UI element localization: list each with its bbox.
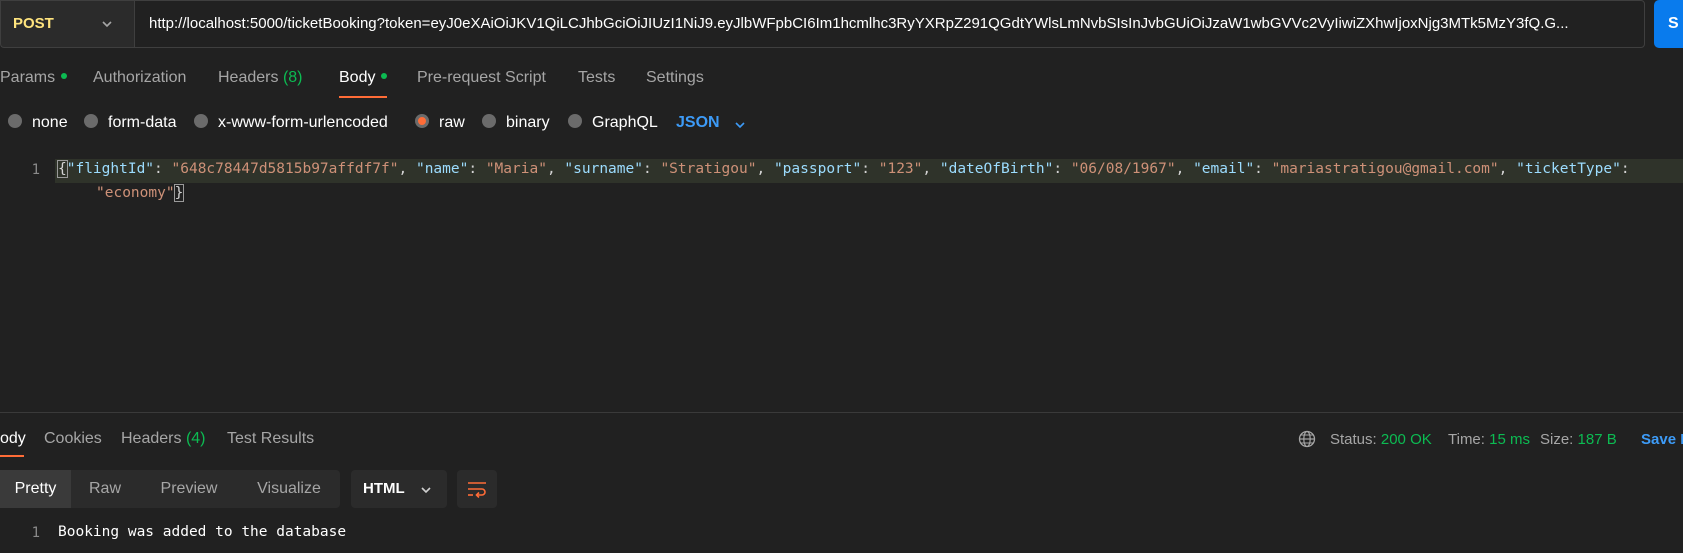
json-value: "Maria" <box>485 161 547 177</box>
active-tab-indicator <box>0 455 24 457</box>
view-raw-button[interactable]: Raw <box>71 470 139 508</box>
pane-divider[interactable] <box>0 412 1683 413</box>
tab-label: Headers <box>218 69 279 86</box>
response-time: Time: 15 ms <box>1448 431 1530 448</box>
tab-label: Authorization <box>93 69 187 86</box>
chevron-down-icon <box>102 21 112 28</box>
tab-label: Test Results <box>227 430 315 447</box>
tab-label: Cookies <box>44 430 102 447</box>
tab-label: Pre-request Script <box>417 69 546 86</box>
json-value: "06/08/1967" <box>1070 161 1176 177</box>
response-language-label: HTML <box>363 480 405 497</box>
json-key: "passport" <box>773 161 862 177</box>
tab-response-body[interactable]: ody <box>0 430 26 448</box>
json-line-1-wrap[interactable]: "economy"} <box>96 184 185 202</box>
radio-binary[interactable]: binary <box>482 114 550 132</box>
json-key: "dateOfBirth" <box>939 161 1054 177</box>
radio-label: form-data <box>108 114 177 131</box>
radio-none[interactable]: none <box>8 114 68 132</box>
json-value: "Stratigou" <box>660 161 757 177</box>
tab-tests[interactable]: Tests <box>578 69 615 87</box>
chevron-down-icon <box>421 487 431 494</box>
tab-headers[interactable]: Headers (8) <box>218 69 303 87</box>
close-brace: } <box>173 184 185 202</box>
response-language-select[interactable]: HTML <box>351 470 447 508</box>
url-input[interactable]: http://localhost:5000/ticketBooking?toke… <box>134 0 1645 48</box>
open-brace: { <box>57 160 68 178</box>
tab-body[interactable]: Body <box>339 69 388 87</box>
tab-test-results[interactable]: Test Results <box>227 430 314 448</box>
radio-label: binary <box>506 114 550 131</box>
view-preview-button[interactable]: Preview <box>150 470 228 508</box>
radio-button[interactable] <box>568 114 582 129</box>
line-number: 1 <box>31 162 40 178</box>
radio-label: x-www-form-urlencoded <box>218 114 388 131</box>
json-line-1[interactable]: {"flightId": "648c78447d5815b97affdf7f",… <box>57 160 1630 178</box>
globe-icon[interactable] <box>1298 430 1316 448</box>
radio-label: raw <box>439 114 465 131</box>
wrap-lines-button[interactable] <box>457 470 497 508</box>
modified-dot <box>61 73 68 80</box>
json-value: "648c78447d5815b97affdf7f" <box>171 161 399 177</box>
time-label: Time: <box>1448 431 1485 448</box>
view-mode-group: Pretty Raw Preview Visualize <box>0 470 340 508</box>
radio-label: none <box>32 114 68 131</box>
tab-pre-request-script[interactable]: Pre-request Script <box>417 69 546 87</box>
tab-label: Params <box>0 69 56 86</box>
radio-label: GraphQL <box>592 114 658 131</box>
active-tab-indicator <box>339 96 387 98</box>
tab-settings[interactable]: Settings <box>646 69 704 87</box>
method-label: POST <box>13 15 54 32</box>
size-label: Size: <box>1540 431 1574 448</box>
tab-label: Body <box>339 69 376 86</box>
json-key: "ticketType" <box>1516 161 1621 177</box>
json-key: "surname" <box>564 161 643 177</box>
status-value[interactable]: 200 OK <box>1381 431 1432 448</box>
radio-graphql[interactable]: GraphQL <box>568 114 658 132</box>
tab-cookies[interactable]: Cookies <box>44 430 102 448</box>
radio-raw[interactable]: raw <box>415 114 465 132</box>
radio-x-www-form-urlencoded[interactable]: x-www-form-urlencoded <box>194 114 388 132</box>
tab-label: Settings <box>646 69 704 86</box>
radio-form-data[interactable]: form-data <box>84 114 176 132</box>
tab-params[interactable]: Params <box>0 69 68 87</box>
status-label: Status: <box>1330 431 1377 448</box>
radio-button[interactable] <box>482 114 496 129</box>
json-key: "email" <box>1193 161 1255 177</box>
json-key: "flightId" <box>66 161 155 177</box>
response-body-text[interactable]: Booking was added to the database <box>58 524 346 540</box>
tab-label: Tests <box>578 69 616 86</box>
headers-count: (4) <box>185 430 206 447</box>
response-size: Size: 187 B <box>1540 431 1617 448</box>
radio-button-selected[interactable] <box>415 114 429 129</box>
view-pretty-button[interactable]: Pretty <box>0 470 71 508</box>
json-key: "name" <box>415 161 469 177</box>
view-visualize-button[interactable]: Visualize <box>245 470 333 508</box>
radio-button[interactable] <box>84 114 98 129</box>
tab-authorization[interactable]: Authorization <box>93 69 186 87</box>
time-value[interactable]: 15 ms <box>1489 431 1530 448</box>
tab-response-headers[interactable]: Headers (4) <box>121 430 206 448</box>
json-value: "123" <box>878 161 923 177</box>
wrap-lines-icon <box>468 482 486 498</box>
send-button[interactable]: S <box>1654 0 1683 48</box>
modified-dot <box>381 73 388 80</box>
line-number: 1 <box>31 525 40 541</box>
tab-label: ody <box>0 430 26 447</box>
tab-label: Headers <box>121 430 182 447</box>
headers-count: (8) <box>282 69 303 86</box>
json-value: "economy" <box>96 185 175 201</box>
response-status: Status: 200 OK <box>1330 431 1432 448</box>
chevron-down-icon[interactable] <box>733 118 747 132</box>
json-value: "mariastratigou@gmail.com" <box>1271 161 1499 177</box>
method-select[interactable]: POST <box>0 0 134 48</box>
size-value[interactable]: 187 B <box>1578 431 1617 448</box>
radio-button[interactable] <box>8 114 22 129</box>
save-response-button[interactable]: Save R <box>1641 431 1683 448</box>
radio-button[interactable] <box>194 114 208 129</box>
body-format-label: JSON <box>676 114 720 131</box>
body-format-select[interactable]: JSON <box>676 114 720 132</box>
